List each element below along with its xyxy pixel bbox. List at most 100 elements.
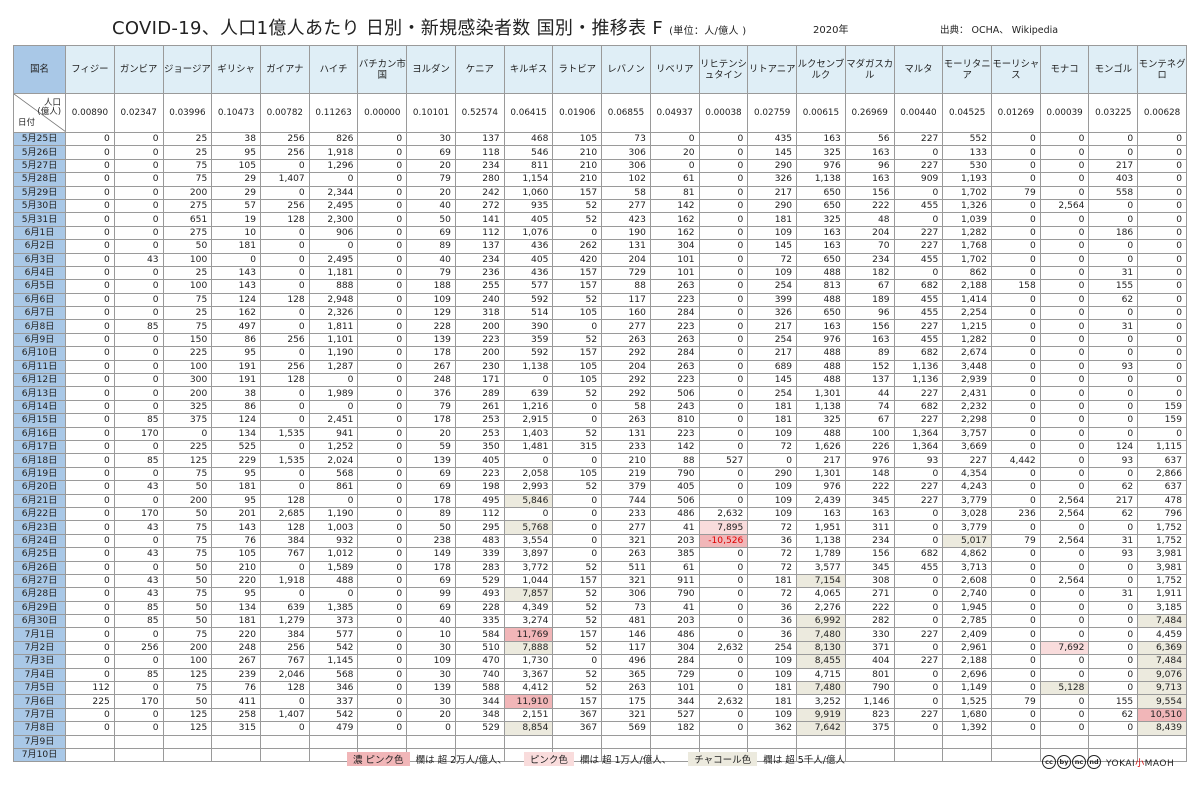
value-cell: 0: [698, 627, 749, 642]
table-row: 6月14日 0 0 325 86 0 0 0 79 261 1,216 0 58 243 0 181 1,138…: [12, 399, 1187, 415]
value-cell: 0: [357, 198, 408, 214]
value-cell: 210: [552, 145, 603, 160]
value-cell: 488: [796, 265, 846, 281]
value-cell: 128: [259, 681, 310, 696]
value-cell: 304: [649, 239, 700, 254]
value-cell: 233: [601, 506, 651, 522]
value-cell: 306: [601, 158, 651, 174]
value-cell: 510: [454, 640, 505, 656]
value-cell: 61: [649, 560, 700, 575]
country-name: マルタ: [893, 45, 944, 94]
value-cell: 4,065: [796, 587, 846, 602]
table-row: 6月7日 0 0 25 162 0 2,326 0 129 318 514 105 160 284 0 326…: [12, 306, 1187, 321]
value-cell: 50: [162, 600, 213, 616]
value-cell: 3,577: [796, 560, 846, 575]
value-cell: 5,846: [503, 493, 554, 508]
date-cell: 7月2日: [12, 640, 67, 656]
brand-part-a: YOKAI: [1106, 759, 1136, 769]
value-cell: 4,715: [796, 667, 846, 683]
value-cell: 7,888: [503, 640, 554, 656]
value-cell: 1,535: [259, 426, 310, 441]
value-cell: 325: [796, 413, 846, 428]
value-cell: 20: [406, 185, 456, 200]
value-cell: 0: [991, 587, 1041, 602]
value-cell: 405: [454, 453, 505, 468]
value-cell: 36: [747, 614, 798, 629]
value-cell: 729: [601, 265, 651, 281]
table-row: 5月28日 0 0 75 29 1,407 0 0 79 280 1,154 210 102 61 0 326…: [12, 172, 1187, 187]
value-cell: 0: [698, 573, 749, 589]
value-cell: 436: [503, 265, 554, 281]
value-cell: 75: [162, 547, 213, 562]
value-cell: 105: [552, 466, 603, 482]
value-cell: 52: [552, 386, 603, 401]
table-row: 6月4日 0 0 25 143 0 1,181 0 79 236 436 157 729 101 0 109 4…: [12, 265, 1187, 281]
value-cell: 0: [552, 493, 603, 508]
value-cell: 50: [406, 520, 456, 535]
value-cell: 637: [1137, 453, 1187, 468]
value-cell: 217: [796, 453, 846, 468]
value-cell: 3,252: [796, 694, 846, 709]
value-cell: 0: [893, 506, 944, 522]
value-cell: 1,525: [942, 694, 992, 709]
value-cell: 1,989: [308, 386, 359, 401]
value-cell: 650: [796, 306, 846, 321]
value-cell: 10,510: [1137, 707, 1187, 723]
value-cell: 40: [406, 614, 456, 629]
value-cell: 157: [552, 346, 603, 361]
value-cell: 62: [1088, 480, 1139, 495]
value-cell: 2,866: [1137, 466, 1187, 482]
date-cell: 7月7日: [12, 707, 67, 723]
value-cell: 124: [211, 292, 261, 308]
value-cell: 321: [601, 533, 651, 549]
value-cell: 217: [747, 185, 798, 200]
value-cell: 186: [1088, 225, 1139, 241]
value-cell: 163: [796, 239, 846, 254]
value-cell: 112: [454, 225, 505, 241]
value-cell: 0: [113, 399, 164, 415]
value-cell: 227: [893, 627, 944, 642]
value-cell: 0: [357, 654, 408, 669]
legend: 濃 ピンク色 欄は 超 2万人/億人、 ピンク色 欄は 超 1万人/億人、 チャ…: [347, 752, 859, 766]
value-cell: 7,692: [1039, 640, 1090, 656]
value-cell: 109: [747, 225, 798, 241]
value-cell: 263: [601, 681, 651, 696]
value-cell: 0: [357, 386, 408, 401]
value-cell: 390: [503, 319, 554, 334]
value-cell: 275: [162, 198, 213, 214]
value-cell: 0: [357, 681, 408, 696]
value-cell: 5,128: [1039, 681, 1090, 696]
value-cell: 223: [649, 426, 700, 441]
value-cell: 0: [259, 721, 310, 736]
value-cell: 85: [113, 614, 164, 629]
value-cell: 0: [113, 198, 164, 214]
value-cell: 592: [503, 346, 554, 361]
value-cell: 163: [844, 506, 895, 522]
value-cell: 0: [698, 185, 749, 200]
value-cell: 52: [552, 198, 603, 214]
date-cell: 6月6日: [12, 292, 67, 308]
value-cell: 236: [454, 265, 505, 281]
date-cell: 6月15日: [12, 413, 67, 428]
value-cell: 109: [747, 667, 798, 683]
value-cell: 227: [893, 413, 944, 428]
value-cell: 0: [357, 627, 408, 642]
population-cell: 0.00039: [1039, 93, 1090, 133]
population-cell: 0.00000: [357, 93, 408, 133]
value-cell: 93: [893, 453, 944, 468]
value-cell: 0: [357, 332, 408, 348]
date-cell: 6月8日: [12, 319, 67, 334]
value-cell: 223: [649, 319, 700, 334]
value-cell: 744: [601, 493, 651, 508]
value-cell: 0: [65, 319, 115, 334]
value-cell: 0: [113, 654, 164, 669]
value-cell: 227: [893, 239, 944, 254]
value-cell: 558: [1088, 185, 1139, 200]
value-cell: 203: [649, 614, 700, 629]
value-cell: 50: [162, 573, 213, 589]
value-cell: 52: [552, 681, 603, 696]
value-cell: 0: [65, 252, 115, 267]
value-cell: 2,674: [942, 346, 992, 361]
table-row: 7月8日 0 0 125 315 0 479 0 0 529 8,854 367 569 182 0 362 7…: [12, 721, 1187, 736]
value-cell: 0: [1088, 721, 1139, 736]
